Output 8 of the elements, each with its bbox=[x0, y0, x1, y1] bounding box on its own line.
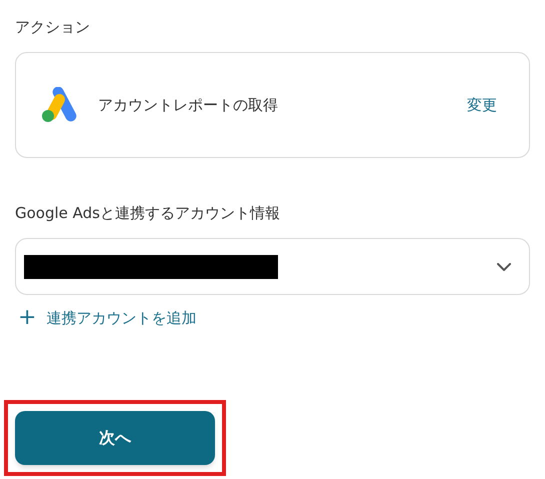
section-label: Google Adsと連携するアカウント情報 bbox=[15, 203, 280, 224]
add-account-link[interactable]: + 連携アカウントを追加 bbox=[18, 307, 196, 330]
next-button[interactable]: 次へ bbox=[15, 410, 215, 464]
section-label: アクション bbox=[15, 17, 90, 38]
account-select[interactable] bbox=[15, 238, 530, 295]
action-name: アカウントレポートの取得 bbox=[98, 94, 279, 116]
change-link[interactable]: 変更 bbox=[467, 94, 497, 116]
chevron-down-icon bbox=[497, 262, 511, 270]
